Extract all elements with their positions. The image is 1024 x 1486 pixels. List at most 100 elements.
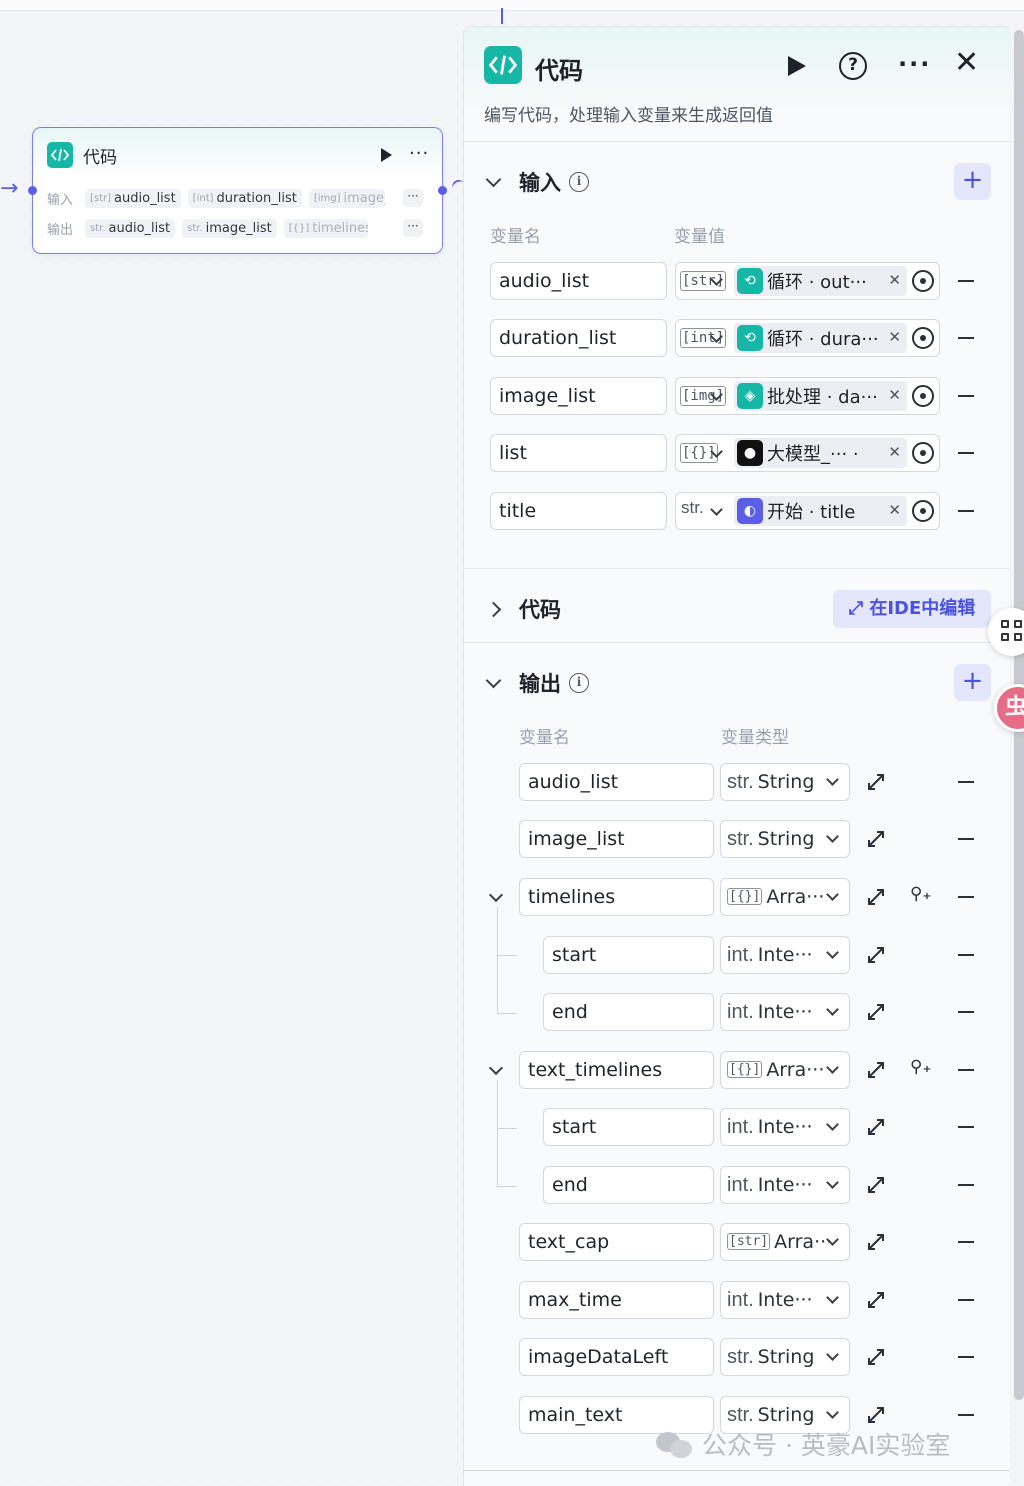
output-type-select[interactable]: str. String [720,820,850,858]
add-output-button[interactable]: + [954,664,991,701]
remove-icon[interactable] [958,1356,974,1358]
remove-icon[interactable] [958,510,974,512]
input-var-value[interactable]: str. ◐ 开始 · title ✕ [675,492,940,530]
variable-reference[interactable]: ⟲ 循环 · dura··· ✕ [734,323,907,353]
output-type-select[interactable]: int. Inte··· [720,1281,850,1319]
clear-icon[interactable]: ✕ [888,271,901,289]
remove-icon[interactable] [958,896,974,898]
run-icon[interactable] [788,56,806,76]
node-run-icon[interactable] [381,148,392,162]
variable-reference[interactable]: ⟲ 循环 · out··· ✕ [734,266,907,296]
expand-icon[interactable] [866,1405,886,1425]
output-type-select[interactable]: int. Inte··· [720,1166,850,1204]
clear-icon[interactable]: ✕ [888,328,901,346]
remove-icon[interactable] [958,954,974,956]
add-child-icon[interactable]: ⚲₊ [910,884,931,904]
help-icon[interactable]: ? [839,52,867,80]
output-type-select[interactable]: [{}] Arra··· [720,1051,850,1089]
output-section-header[interactable]: 输出 i [485,668,589,698]
node-output-more[interactable]: ··· [403,219,423,237]
remove-icon[interactable] [958,1011,974,1013]
output-type-select[interactable]: int. Inte··· [720,936,850,974]
chevron-down-icon[interactable] [488,887,504,903]
output-var-name[interactable]: text_cap [519,1223,714,1261]
input-var-name[interactable]: list [490,434,667,472]
input-var-name[interactable]: image_list [490,377,667,415]
code-node-card[interactable]: 代码 ··· 输入 [str] audio_list [int] duration_… [32,127,443,254]
expand-icon[interactable] [866,772,886,792]
clear-icon[interactable]: ✕ [888,386,901,404]
expand-icon[interactable] [866,1290,886,1310]
variable-reference[interactable]: ● 大模型_··· · ✕ [734,438,907,468]
remove-icon[interactable] [958,452,974,454]
node-input-more[interactable]: ··· [403,189,423,207]
node-more-icon[interactable]: ··· [409,143,429,164]
output-type-select[interactable]: [str] Arra··· [720,1223,850,1261]
clear-icon[interactable]: ✕ [888,501,901,519]
remove-icon[interactable] [958,1069,974,1071]
expand-icon[interactable] [866,829,886,849]
node-output-port[interactable] [438,186,447,195]
expand-icon[interactable] [866,945,886,965]
remove-icon[interactable] [958,1126,974,1128]
output-var-name[interactable]: start [543,1108,714,1146]
input-var-value[interactable]: [str] ⟲ 循环 · out··· ✕ [675,262,940,300]
input-var-value[interactable]: [{}] ● 大模型_··· · ✕ [675,434,940,472]
remove-icon[interactable] [958,838,974,840]
info-icon[interactable]: i [569,172,589,192]
output-var-name[interactable]: end [543,993,714,1031]
variable-picker-icon[interactable] [912,442,934,464]
remove-icon[interactable] [958,395,974,397]
variable-reference[interactable]: ◈ 批处理 · da··· ✕ [734,381,907,411]
code-section-header[interactable]: 代码 [485,594,561,624]
input-section-header[interactable]: 输入 i [485,167,589,197]
expand-icon[interactable] [866,1232,886,1252]
variable-picker-icon[interactable] [912,385,934,407]
input-var-name[interactable]: duration_list [490,319,667,357]
add-child-icon[interactable]: ⚲₊ [910,1057,931,1077]
output-var-name[interactable]: image_list [519,820,714,858]
clear-icon[interactable]: ✕ [888,443,901,461]
input-var-name[interactable]: audio_list [490,262,667,300]
output-var-name[interactable]: imageDataLeft [519,1338,714,1376]
remove-icon[interactable] [958,1299,974,1301]
input-var-name[interactable]: title [490,492,667,530]
expand-icon[interactable] [866,1347,886,1367]
edit-in-ide-button[interactable]: ⤢ 在IDE中编辑 [833,590,991,628]
expand-icon[interactable] [866,1117,886,1137]
output-var-name[interactable]: start [543,936,714,974]
output-type-select[interactable]: int. Inte··· [720,993,850,1031]
more-icon[interactable]: ··· [898,50,931,78]
close-icon[interactable]: ✕ [954,45,979,80]
remove-icon[interactable] [958,1241,974,1243]
input-var-value[interactable]: [int] ⟲ 循环 · dura··· ✕ [675,319,940,357]
expand-icon[interactable] [866,1175,886,1195]
output-var-name[interactable]: timelines [519,878,714,916]
variable-reference[interactable]: ◐ 开始 · title ✕ [734,496,907,526]
remove-icon[interactable] [958,1184,974,1186]
add-input-button[interactable]: + [954,163,991,200]
output-var-name[interactable]: max_time [519,1281,714,1319]
info-icon[interactable]: i [569,673,589,693]
variable-picker-icon[interactable] [912,270,934,292]
chevron-down-icon[interactable] [488,1060,504,1076]
output-type-select[interactable]: int. Inte··· [720,1108,850,1146]
variable-picker-icon[interactable] [912,500,934,522]
node-input-port[interactable] [28,186,37,195]
remove-icon[interactable] [958,280,974,282]
output-type-select[interactable]: [{}] Arra··· [720,878,850,916]
remove-icon[interactable] [958,337,974,339]
expand-icon[interactable] [866,1060,886,1080]
variable-picker-icon[interactable] [912,327,934,349]
output-type-select[interactable]: str. String [720,1338,850,1376]
input-var-value[interactable]: [img] ◈ 批处理 · da··· ✕ [675,377,940,415]
remove-icon[interactable] [958,781,974,783]
expand-icon[interactable] [866,1002,886,1022]
output-var-name[interactable]: audio_list [519,763,714,801]
chevron-down-icon[interactable] [710,503,723,516]
expand-icon[interactable] [866,887,886,907]
output-type-select[interactable]: str. String [720,763,850,801]
remove-icon[interactable] [958,1414,974,1416]
output-var-name[interactable]: end [543,1166,714,1204]
output-var-name[interactable]: text_timelines [519,1051,714,1089]
